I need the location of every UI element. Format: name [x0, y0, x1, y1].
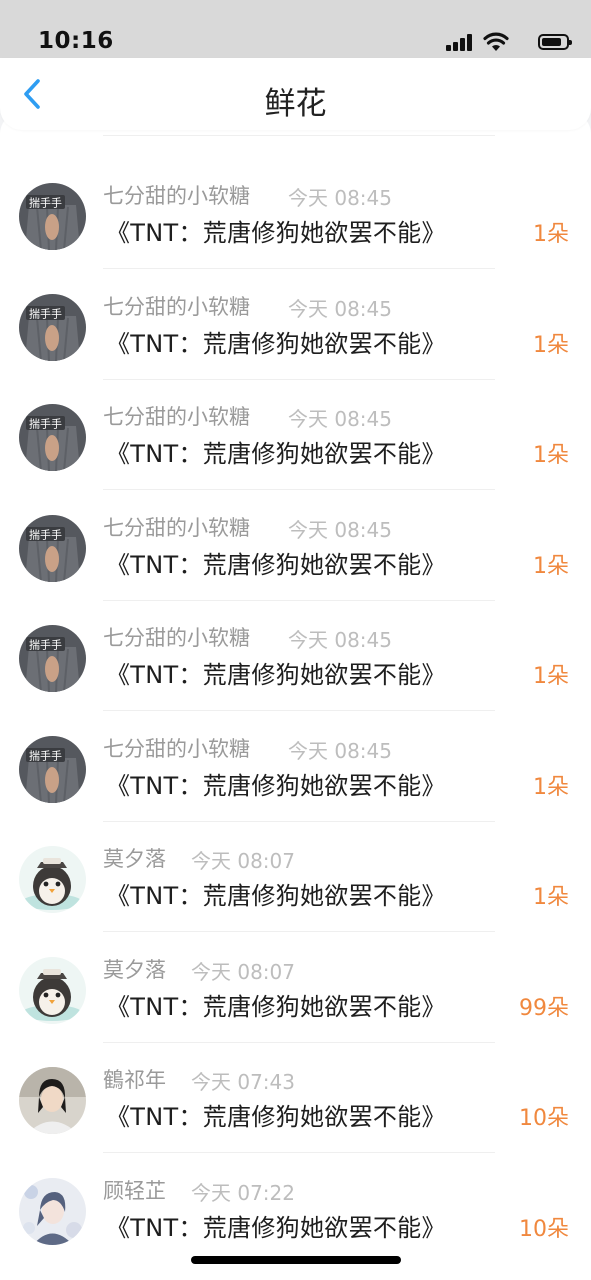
- flower-count: 1朵: [533, 222, 569, 247]
- list-item[interactable]: 揣手手 七分甜的小软糖 今天 08:45 《TNT：荒唐修狗她欲罢不能》 1朵: [0, 602, 591, 712]
- flower-count: 1朵: [533, 443, 569, 468]
- anime-avatar[interactable]: [19, 1178, 86, 1245]
- row-divider: [103, 135, 495, 136]
- flower-count: 1朵: [533, 664, 569, 689]
- row-divider: [103, 489, 495, 490]
- flower-count: 1朵: [533, 333, 569, 358]
- message-text: 《TNT：荒唐修狗她欲罢不能》: [106, 993, 446, 1021]
- signal-icon: [446, 33, 474, 51]
- message-text: 《TNT：荒唐修狗她欲罢不能》: [106, 219, 446, 247]
- flower-list[interactable]: 《TNT：荒唐修狗她欲罢不能》 揣手手 七分甜的小软糖 今天 08:45 《TN…: [0, 112, 591, 1280]
- timestamp: 今天 08:45: [288, 628, 392, 652]
- message-text: 《TNT：荒唐修狗她欲罢不能》: [106, 1103, 446, 1131]
- sender-name: 七分甜的小软糖: [103, 626, 250, 650]
- flower-count: 1朵: [533, 775, 569, 800]
- timestamp: 今天 07:22: [191, 1181, 295, 1205]
- row-divider: [103, 821, 495, 822]
- row-divider: [103, 600, 495, 601]
- penguin-avatar[interactable]: [19, 957, 86, 1024]
- flower-count: 1朵: [533, 554, 569, 579]
- timestamp: 今天 08:45: [288, 407, 392, 431]
- hands-avatar[interactable]: 揣手手: [19, 736, 86, 803]
- avatar-caption: 揣手手: [29, 417, 62, 431]
- list-item[interactable]: 揣手手 七分甜的小软糖 今天 08:45 《TNT：荒唐修狗她欲罢不能》 1朵: [0, 492, 591, 602]
- penguin-avatar[interactable]: [19, 846, 86, 913]
- list-item[interactable]: 揣手手 七分甜的小软糖 今天 08:45 《TNT：荒唐修狗她欲罢不能》 1朵: [0, 271, 591, 381]
- flower-count: 99朵: [519, 996, 569, 1021]
- nav-bar: 鲜花: [0, 58, 591, 130]
- timestamp: 今天 08:07: [191, 960, 295, 984]
- sender-name: 鶴祁年: [103, 1068, 166, 1092]
- page-title: 鲜花: [264, 86, 327, 122]
- status-bar: 10:16: [0, 0, 591, 58]
- row-divider: [103, 1152, 495, 1153]
- battery-icon: [538, 34, 572, 50]
- list-item[interactable]: 鶴祁年 今天 07:43 《TNT：荒唐修狗她欲罢不能》 10朵: [0, 1044, 591, 1154]
- list-item[interactable]: 顾轻芷 今天 07:22 《TNT：荒唐修狗她欲罢不能》 10朵: [0, 1155, 591, 1265]
- timestamp: 今天 08:45: [288, 297, 392, 321]
- avatar-caption: 揣手手: [29, 638, 62, 652]
- list-item[interactable]: 莫夕落 今天 08:07 《TNT：荒唐修狗她欲罢不能》 1朵: [0, 823, 591, 933]
- message-text: 《TNT：荒唐修狗她欲罢不能》: [106, 661, 446, 689]
- message-text: 《TNT：荒唐修狗她欲罢不能》: [106, 330, 446, 358]
- row-divider: [103, 931, 495, 932]
- message-text: 《TNT：荒唐修狗她欲罢不能》: [106, 551, 446, 579]
- list-item[interactable]: 揣手手 七分甜的小软糖 今天 08:45 《TNT：荒唐修狗她欲罢不能》 1朵: [0, 381, 591, 491]
- timestamp: 今天 08:45: [288, 518, 392, 542]
- sender-name: 莫夕落: [103, 847, 166, 871]
- hands-avatar[interactable]: 揣手手: [19, 294, 86, 361]
- sender-name: 顾轻芷: [103, 1179, 166, 1203]
- home-indicator[interactable]: [191, 1256, 401, 1264]
- hands-avatar[interactable]: 揣手手: [19, 404, 86, 471]
- timestamp: 今天 08:07: [191, 849, 295, 873]
- portrait-avatar[interactable]: [19, 1067, 86, 1134]
- message-text: 《TNT：荒唐修狗她欲罢不能》: [106, 1214, 446, 1242]
- hands-avatar[interactable]: 揣手手: [19, 515, 86, 582]
- status-time: 10:16: [38, 28, 114, 54]
- row-divider: [103, 1042, 495, 1043]
- row-divider: [103, 710, 495, 711]
- message-text: 《TNT：荒唐修狗她欲罢不能》: [106, 882, 446, 910]
- sender-name: 莫夕落: [103, 958, 166, 982]
- timestamp: 今天 08:45: [288, 739, 392, 763]
- sender-name: 七分甜的小软糖: [103, 405, 250, 429]
- sender-name: 七分甜的小软糖: [103, 184, 250, 208]
- sender-name: 七分甜的小软糖: [103, 295, 250, 319]
- hands-avatar[interactable]: 揣手手: [19, 625, 86, 692]
- message-text: 《TNT：荒唐修狗她欲罢不能》: [106, 440, 446, 468]
- avatar-caption: 揣手手: [29, 196, 62, 210]
- hands-avatar[interactable]: 揣手手: [19, 183, 86, 250]
- list-item[interactable]: 莫夕落 今天 08:07 《TNT：荒唐修狗她欲罢不能》 99朵: [0, 934, 591, 1044]
- list-item[interactable]: 揣手手 七分甜的小软糖 今天 08:45 《TNT：荒唐修狗她欲罢不能》 1朵: [0, 160, 591, 270]
- flower-count: 10朵: [519, 1217, 569, 1242]
- wifi-icon: [483, 32, 509, 51]
- timestamp: 今天 07:43: [191, 1070, 295, 1094]
- sender-name: 七分甜的小软糖: [103, 737, 250, 761]
- avatar-caption: 揣手手: [29, 307, 62, 321]
- sender-name: 七分甜的小软糖: [103, 516, 250, 540]
- avatar-caption: 揣手手: [29, 528, 62, 542]
- list-item[interactable]: 揣手手 七分甜的小软糖 今天 08:45 《TNT：荒唐修狗她欲罢不能》 1朵: [0, 713, 591, 823]
- timestamp: 今天 08:45: [288, 186, 392, 210]
- flower-count: 1朵: [533, 885, 569, 910]
- row-divider: [103, 268, 495, 269]
- message-text: 《TNT：荒唐修狗她欲罢不能》: [106, 772, 446, 800]
- avatar-caption: 揣手手: [29, 749, 62, 763]
- flower-count: 10朵: [519, 1106, 569, 1131]
- row-divider: [103, 379, 495, 380]
